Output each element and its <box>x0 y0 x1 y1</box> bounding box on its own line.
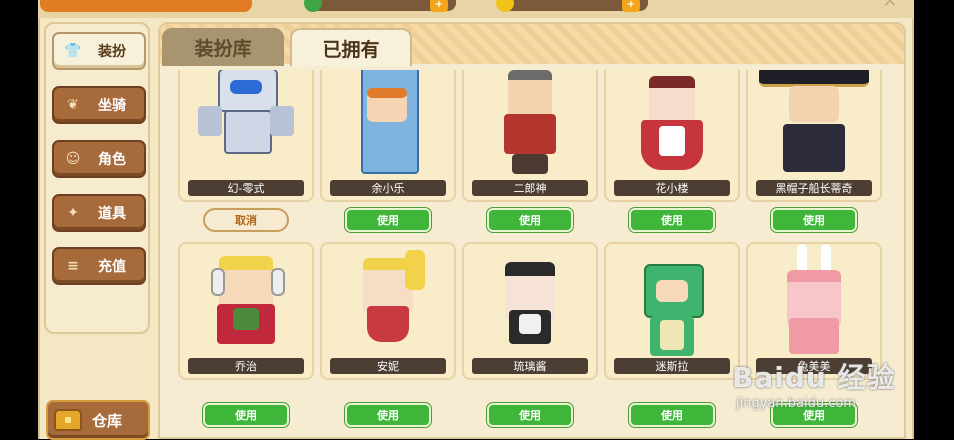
skin-figure <box>490 70 570 176</box>
sidebar-item-mount[interactable]: ❦ 坐骑 <box>52 86 146 124</box>
skin-name: 安妮 <box>330 358 446 374</box>
skin-hair <box>367 88 407 98</box>
skin-hat <box>759 70 869 87</box>
top-accent <box>40 0 252 12</box>
sidebar-item-outfit[interactable]: 👕 装扮 <box>52 32 146 70</box>
coin-icon <box>496 0 514 12</box>
skin-name: 迷斯拉 <box>614 358 730 374</box>
skin-body <box>783 124 845 172</box>
skin-name: 花小楼 <box>614 180 730 196</box>
skin-figure <box>627 70 717 176</box>
skin-shirt <box>233 308 259 330</box>
tab-label: 已拥有 <box>322 38 380 61</box>
skin-card[interactable]: 余小乐 <box>320 70 456 202</box>
use-button[interactable]: 使用 <box>487 208 573 232</box>
skin-legs <box>512 154 548 174</box>
skin-card[interactable]: 黑帽子船长蒂奇 <box>746 70 882 202</box>
skin-face <box>656 280 688 302</box>
skin-figure <box>201 252 291 362</box>
currency-bar-mini-beans: + <box>304 0 456 12</box>
sidebar-item-label: 道具 <box>98 206 126 222</box>
headphones-icon <box>271 268 285 296</box>
sidebar-item-label: 角色 <box>98 152 126 168</box>
storage-label: 仓库 <box>92 411 123 430</box>
skin-apron <box>659 126 685 156</box>
character-icon: ☺ <box>65 151 81 167</box>
close-icon[interactable]: ✕ <box>878 0 902 11</box>
skin-name: 二郎神 <box>472 180 588 196</box>
skin-name: 幻-零式 <box>188 180 304 196</box>
skin-name: 琉璃酱 <box>472 358 588 374</box>
skin-name: 余小乐 <box>330 180 446 196</box>
skin-head <box>789 86 839 122</box>
tab-owned[interactable]: 已拥有 <box>290 28 412 66</box>
skin-card[interactable]: 乔治 <box>178 242 314 380</box>
currency-bar-coins: + <box>496 0 648 12</box>
tab-wardrobe[interactable]: 装扮库 <box>162 28 284 66</box>
skin-body <box>361 70 419 174</box>
skin-body <box>789 318 839 354</box>
tab-label: 装扮库 <box>194 37 252 60</box>
add-coins-button[interactable]: + <box>622 0 640 12</box>
skin-head <box>508 70 552 120</box>
skin-card[interactable]: 二郎神 <box>462 70 598 202</box>
coin-stack-icon: ≡ <box>67 258 79 274</box>
skin-name: 乔治 <box>188 358 304 374</box>
sidebar-item-character[interactable]: ☺ 角色 <box>52 140 146 178</box>
shirt-icon: 👕 <box>64 43 82 59</box>
sidebar-item-label: 装扮 <box>98 44 126 60</box>
watermark-logo: Baidu 经验 <box>732 361 896 394</box>
add-currency-button[interactable]: + <box>430 0 448 12</box>
skin-figure <box>343 248 433 362</box>
skin-ponytail <box>405 250 425 290</box>
treasure-chest-icon <box>54 409 82 431</box>
mount-icon: ❦ <box>67 97 79 113</box>
skin-card[interactable]: 安妮 <box>320 242 456 380</box>
skin-arm <box>198 106 222 136</box>
use-button[interactable]: 使用 <box>487 403 573 427</box>
use-button[interactable]: 使用 <box>345 403 431 427</box>
unequip-button[interactable]: 取消 <box>203 208 289 232</box>
skin-apron <box>519 314 541 334</box>
sidebar-item-recharge[interactable]: ≡ 充值 <box>52 247 146 285</box>
skin-figure <box>196 70 296 166</box>
skin-card[interactable]: 琉璃酱 <box>462 242 598 380</box>
use-button[interactable]: 使用 <box>629 208 715 232</box>
skin-figure <box>759 70 869 176</box>
skin-figure <box>632 258 712 368</box>
skin-figure <box>769 244 859 360</box>
skin-card[interactable]: 迷斯拉 <box>604 242 740 380</box>
use-button[interactable]: 使用 <box>345 208 431 232</box>
use-button[interactable]: 使用 <box>629 403 715 427</box>
sidebar-item-props[interactable]: ✦ 道具 <box>52 194 146 232</box>
storage-button[interactable]: 仓库 <box>46 400 150 440</box>
skin-belly <box>660 320 684 350</box>
skin-name: 黑帽子船长蒂奇 <box>756 180 872 196</box>
skin-body <box>504 114 556 154</box>
mini-bean-icon <box>304 0 322 12</box>
headphones-icon <box>211 268 225 296</box>
skin-visor <box>230 80 262 94</box>
use-button[interactable]: 使用 <box>203 403 289 427</box>
sidebar-item-label: 坐骑 <box>98 98 126 114</box>
skin-figure <box>485 254 575 364</box>
skin-arm <box>270 106 294 136</box>
skin-card[interactable]: 幻-零式 <box>178 70 314 202</box>
skin-body <box>224 110 272 154</box>
skin-dress <box>367 306 409 342</box>
sidebar-item-label: 充值 <box>98 259 126 275</box>
use-button[interactable]: 使用 <box>771 208 857 232</box>
skin-card[interactable]: 花小楼 <box>604 70 740 202</box>
watermark-url: jingyan.baidu.com <box>736 396 856 411</box>
skin-figure <box>353 70 423 176</box>
wand-icon: ✦ <box>67 205 79 221</box>
